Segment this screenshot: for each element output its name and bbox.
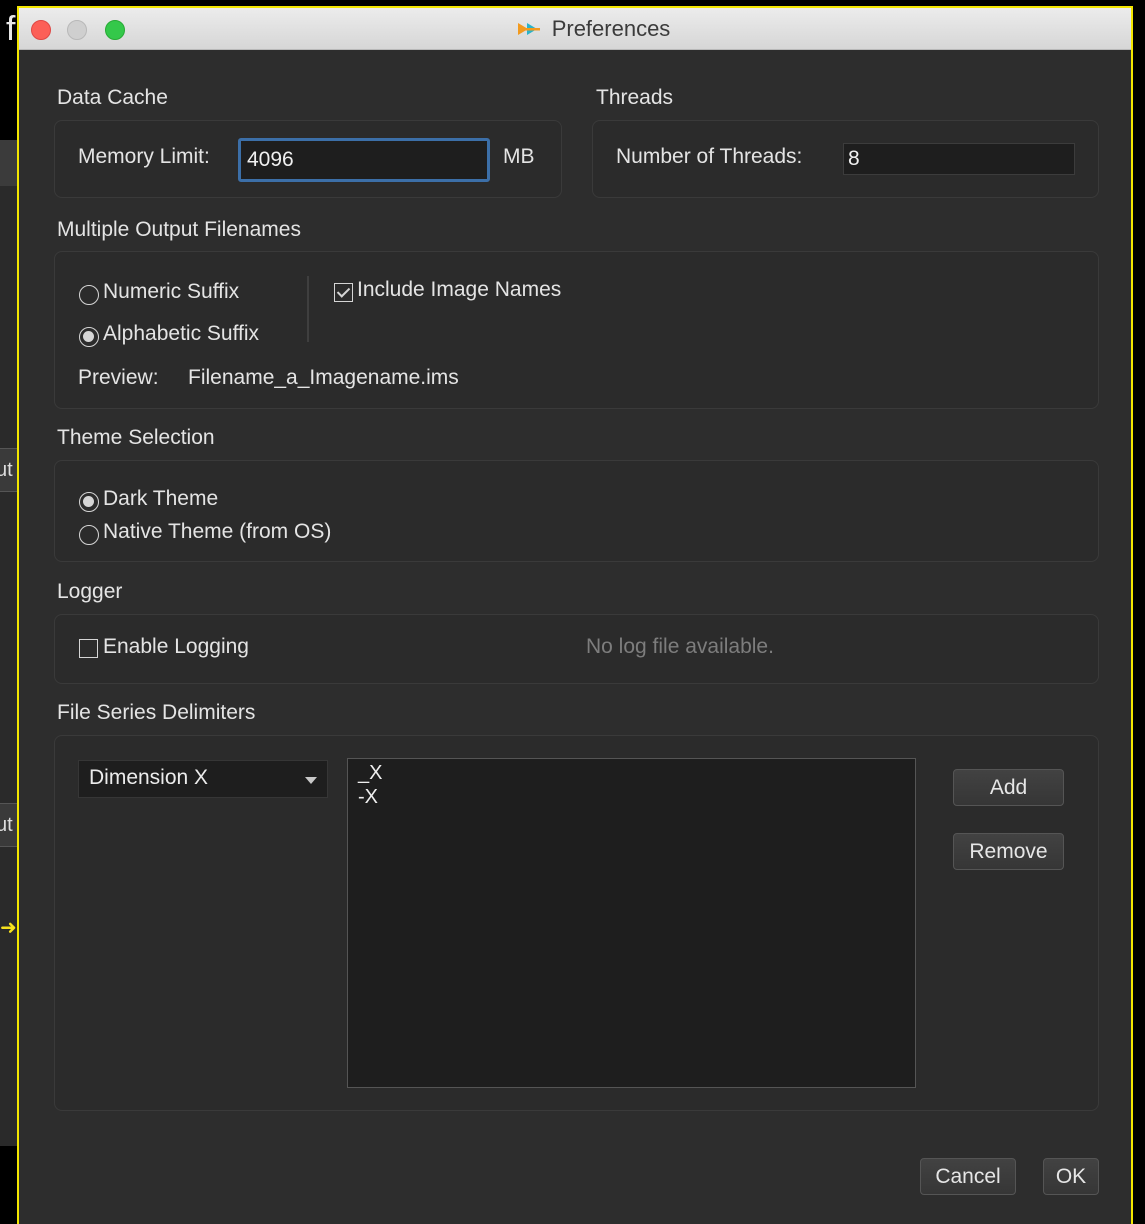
memory-unit-label: MB <box>503 145 535 168</box>
title-bar[interactable]: Preferences <box>19 8 1131 50</box>
cancel-button[interactable]: Cancel <box>920 1158 1016 1195</box>
threads-heading: Threads <box>596 86 674 109</box>
delimiters-group: Dimension X _X -X Add Remove <box>54 735 1099 1111</box>
arrow-icon: ➜ <box>0 917 17 939</box>
enable-logging-checkbox[interactable] <box>79 639 98 658</box>
native-theme-label[interactable]: Native Theme (from OS) <box>103 520 331 544</box>
background-panel-fragment <box>0 186 18 1146</box>
alphabetic-suffix-radio[interactable] <box>79 327 99 347</box>
preview-value: Filename_a_Imagename.ims <box>188 366 459 389</box>
logger-group: Enable Logging No log file available. <box>54 614 1099 684</box>
threads-label: Number of Threads: <box>616 145 803 168</box>
divider <box>307 276 309 342</box>
background-button[interactable]: ut <box>0 448 18 492</box>
logger-heading: Logger <box>57 580 123 603</box>
preferences-dialog: Preferences Data Cache Memory Limit: MB … <box>17 6 1133 1224</box>
threads-input[interactable] <box>843 143 1075 175</box>
theme-group: Dark Theme Native Theme (from OS) <box>54 460 1099 562</box>
app-logo-icon <box>517 23 540 35</box>
dark-theme-label[interactable]: Dark Theme <box>103 487 218 511</box>
include-image-names-checkbox[interactable] <box>334 283 353 302</box>
list-item[interactable]: _X <box>348 759 915 785</box>
chevron-down-icon <box>305 777 317 784</box>
memory-limit-input[interactable] <box>238 138 490 182</box>
output-filenames-heading: Multiple Output Filenames <box>57 218 301 241</box>
log-status-text: No log file available. <box>586 635 774 658</box>
dimension-select[interactable]: Dimension X <box>78 760 328 798</box>
background-window-fragment: f <box>6 10 16 48</box>
data-cache-group: Memory Limit: MB <box>54 120 562 198</box>
background-panel-fragment <box>0 140 18 186</box>
include-image-names-label[interactable]: Include Image Names <box>357 278 561 302</box>
background-button[interactable]: ut <box>0 803 18 847</box>
window-title: Preferences <box>551 16 671 41</box>
memory-limit-label: Memory Limit: <box>78 145 210 168</box>
preview-label: Preview: <box>78 366 159 389</box>
native-theme-radio[interactable] <box>79 525 99 545</box>
ok-button[interactable]: OK <box>1043 1158 1099 1195</box>
data-cache-heading: Data Cache <box>57 86 168 109</box>
dimension-select-value: Dimension X <box>89 766 209 789</box>
add-button[interactable]: Add <box>953 769 1064 806</box>
numeric-suffix-radio[interactable] <box>79 285 99 305</box>
threads-group: Number of Threads: <box>592 120 1099 198</box>
delimiters-heading: File Series Delimiters <box>57 701 256 724</box>
theme-heading: Theme Selection <box>57 426 215 449</box>
alphabetic-suffix-label[interactable]: Alphabetic Suffix <box>103 322 259 346</box>
dark-theme-radio[interactable] <box>79 492 99 512</box>
enable-logging-label[interactable]: Enable Logging <box>103 635 249 659</box>
remove-button[interactable]: Remove <box>953 833 1064 870</box>
list-item[interactable]: -X <box>348 785 915 809</box>
numeric-suffix-label[interactable]: Numeric Suffix <box>103 280 239 304</box>
delimiter-list[interactable]: _X -X <box>347 758 916 1088</box>
output-filenames-group: Numeric Suffix Alphabetic Suffix Include… <box>54 251 1099 409</box>
